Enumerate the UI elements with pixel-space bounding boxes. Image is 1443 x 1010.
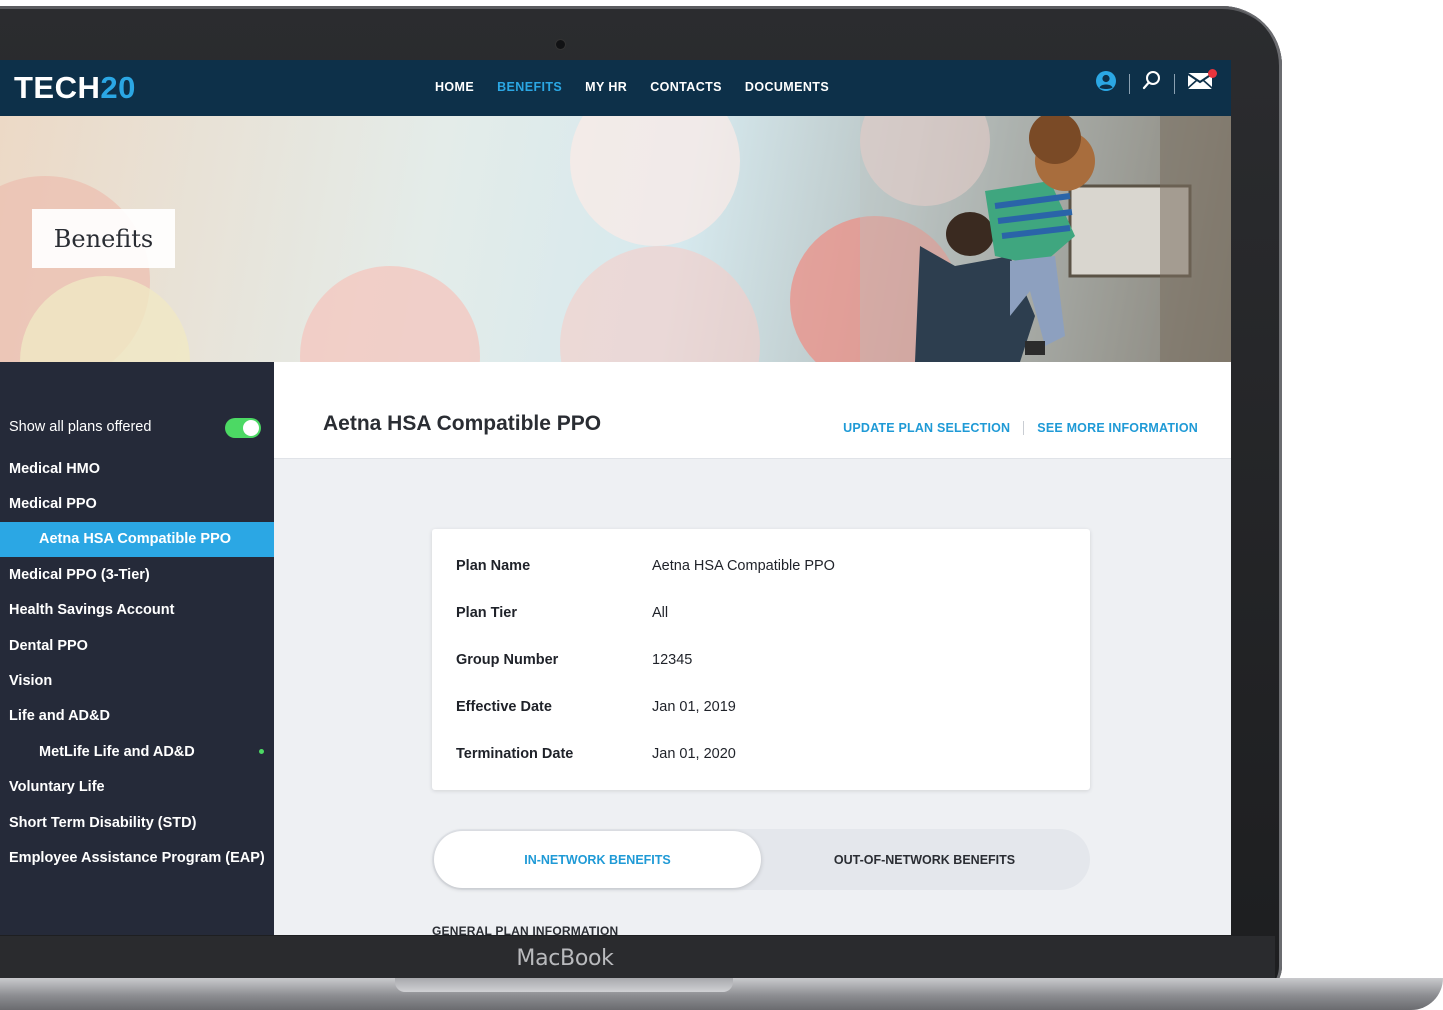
nav-link-documents[interactable]: DOCUMENTS — [745, 80, 829, 94]
sidebar-item-medical-ppo[interactable]: Medical PPO — [0, 486, 274, 521]
sidebar-item-aetna-hsa-ppo[interactable]: Aetna HSA Compatible PPO — [0, 521, 274, 558]
detail-row: Group Number 12345 — [456, 652, 1076, 672]
app-screen: TECH20 HOME BENEFITS MY HR CONTACTS DOCU… — [0, 60, 1231, 935]
network-tabs: IN-NETWORK BENEFITS OUT-OF-NETWORK BENEF… — [432, 829, 1090, 890]
show-all-plans-row: Show all plans offered — [9, 417, 261, 439]
link-separator — [1023, 421, 1025, 435]
detail-row: Termination Date Jan 01, 2020 — [456, 746, 1076, 766]
detail-value: Aetna HSA Compatible PPO — [652, 558, 835, 574]
detail-row: Plan Tier All — [456, 605, 1076, 625]
plan-details-card: Plan Name Aetna HSA Compatible PPO Plan … — [432, 529, 1090, 790]
nav-link-home[interactable]: HOME — [435, 80, 474, 94]
nav-separator — [1174, 73, 1175, 94]
hero-title-box: Benefits — [32, 209, 175, 268]
logo[interactable]: TECH20 — [14, 70, 136, 106]
detail-value: Jan 01, 2019 — [652, 699, 736, 715]
sidebar: Show all plans offered Medical HMO Medic… — [0, 362, 274, 935]
plan-actions: UPDATE PLAN SELECTION SEE MORE INFORMATI… — [843, 421, 1198, 435]
nav-links: HOME BENEFITS MY HR CONTACTS DOCUMENTS — [435, 80, 829, 94]
search-icon[interactable] — [1142, 70, 1162, 97]
laptop-notch — [395, 978, 733, 992]
user-icon[interactable] — [1095, 70, 1117, 97]
bokeh-light — [560, 246, 760, 362]
top-nav-bar: TECH20 HOME BENEFITS MY HR CONTACTS DOCU… — [0, 60, 1231, 116]
sidebar-item-short-term-disability[interactable]: Short Term Disability (STD) — [0, 805, 274, 840]
notification-dot — [1208, 69, 1217, 78]
device-label: MacBook — [516, 946, 614, 971]
tab-out-of-network-benefits[interactable]: OUT-OF-NETWORK BENEFITS — [761, 831, 1088, 888]
detail-value: All — [652, 605, 669, 621]
detail-row: Plan Name Aetna HSA Compatible PPO — [456, 558, 1076, 578]
nav-icons — [1095, 69, 1217, 97]
see-more-information-link[interactable]: SEE MORE INFORMATION — [1037, 421, 1198, 435]
sidebar-item-voluntary-life[interactable]: Voluntary Life — [0, 770, 274, 805]
family-photo — [860, 116, 1231, 362]
plan-header: Aetna HSA Compatible PPO UPDATE PLAN SEL… — [274, 362, 1231, 459]
plan-list: Medical HMO Medical PPO Aetna HSA Compat… — [0, 451, 274, 876]
status-dot — [259, 749, 264, 755]
section-heading: GENERAL PLAN INFORMATION — [432, 924, 619, 935]
logo-text-accent: 20 — [100, 70, 136, 105]
detail-key: Plan Name — [456, 558, 531, 574]
sidebar-item-vision[interactable]: Vision — [0, 663, 274, 698]
detail-key: Termination Date — [456, 746, 574, 762]
nav-link-my-hr[interactable]: MY HR — [585, 80, 627, 94]
sidebar-item-health-savings-account[interactable]: Health Savings Account — [0, 593, 274, 628]
bokeh-light — [300, 266, 480, 362]
logo-text-main: TECH — [14, 70, 101, 105]
detail-value: 12345 — [652, 652, 693, 668]
mail-icon[interactable] — [1187, 69, 1217, 96]
toggle-knob — [243, 420, 259, 436]
sidebar-item-medical-hmo[interactable]: Medical HMO — [0, 451, 274, 486]
show-all-plans-label: Show all plans offered — [9, 419, 152, 435]
bokeh-light — [570, 116, 740, 246]
nav-link-contacts[interactable]: CONTACTS — [650, 80, 722, 94]
detail-row: Effective Date Jan 01, 2019 — [456, 699, 1076, 719]
tab-in-network-benefits[interactable]: IN-NETWORK BENEFITS — [434, 831, 761, 888]
nav-link-benefits[interactable]: BENEFITS — [497, 80, 562, 94]
detail-key: Group Number — [456, 652, 559, 668]
detail-key: Effective Date — [456, 699, 552, 715]
sidebar-item-medical-ppo-3-tier[interactable]: Medical PPO (3-Tier) — [0, 557, 274, 592]
plan-title: Aetna HSA Compatible PPO — [323, 412, 602, 435]
sidebar-item-life-add[interactable]: Life and AD&D — [0, 699, 274, 734]
hero-banner: Benefits — [0, 116, 1231, 362]
show-all-plans-toggle[interactable] — [225, 418, 261, 438]
camera-dot — [556, 40, 565, 49]
nav-separator — [1129, 73, 1130, 94]
update-plan-selection-link[interactable]: UPDATE PLAN SELECTION — [843, 421, 1010, 435]
page-title: Benefits — [53, 224, 154, 253]
sidebar-item-metlife-life-add[interactable]: MetLife Life and AD&D — [0, 734, 274, 769]
detail-value: Jan 01, 2020 — [652, 746, 736, 762]
sidebar-item-label: MetLife Life and AD&D — [39, 743, 195, 760]
detail-key: Plan Tier — [456, 605, 517, 621]
sidebar-item-dental-ppo[interactable]: Dental PPO — [0, 628, 274, 663]
sidebar-item-eap[interactable]: Employee Assistance Program (EAP) — [0, 840, 274, 875]
